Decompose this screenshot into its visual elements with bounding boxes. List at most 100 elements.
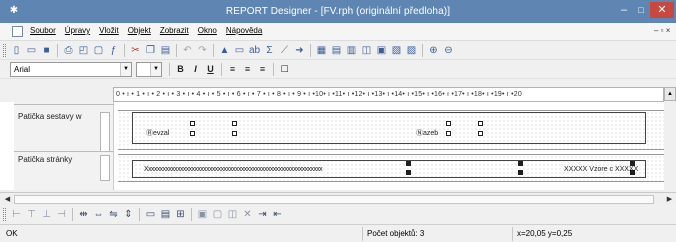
insert-label-icon[interactable]: ab — [248, 44, 261, 57]
scroll-right-icon[interactable]: ▶ — [664, 194, 675, 205]
bring-front-icon[interactable]: ▣ — [196, 208, 209, 221]
align-center-icon[interactable]: ≡ — [241, 63, 254, 76]
minimize-button[interactable]: – — [616, 2, 632, 18]
selection-handle[interactable] — [190, 121, 195, 126]
selection-handle[interactable] — [406, 161, 411, 166]
align-right-edges-icon[interactable]: ⊣ — [55, 208, 68, 221]
selection-handle[interactable] — [518, 161, 523, 166]
zoom-in-icon[interactable]: ⊕ — [427, 44, 440, 57]
toolbar-separator — [213, 44, 214, 57]
group-icon[interactable]: ⊞ — [174, 208, 187, 221]
snap-grid-icon[interactable]: ▤ — [159, 208, 172, 221]
selection-handle[interactable] — [232, 131, 237, 136]
mdi-window-controls[interactable]: – ▫ × — [654, 26, 670, 35]
insert-field-icon[interactable]: ▭ — [233, 44, 246, 57]
band-footer-icon[interactable]: ▥ — [345, 44, 358, 57]
align-right-icon[interactable]: ≡ — [256, 63, 269, 76]
chevron-down-icon[interactable]: ▼ — [150, 63, 161, 76]
undo-icon[interactable]: ↶ — [181, 44, 194, 57]
align-bottoms-icon[interactable]: ⊥ — [40, 208, 53, 221]
same-height-icon[interactable]: ⇕ — [122, 208, 135, 221]
selection-handle[interactable] — [630, 170, 635, 175]
band-label-report-footer[interactable]: Patička sestavy w — [18, 112, 82, 121]
toolbar-grip[interactable] — [3, 208, 6, 221]
scroll-left-icon[interactable]: ◀ — [2, 194, 13, 205]
sum-icon[interactable]: Σ — [263, 44, 276, 57]
selection-handle[interactable] — [478, 121, 483, 126]
tab-order-icon[interactable]: ⇥ — [256, 208, 269, 221]
redo-icon[interactable]: ↷ — [196, 44, 209, 57]
copy-icon[interactable]: ❐ — [144, 44, 157, 57]
band-header-icon[interactable]: ▦ — [315, 44, 328, 57]
align-left-edges-icon[interactable]: ⊢ — [10, 208, 23, 221]
selection-handle[interactable] — [190, 131, 195, 136]
script-icon[interactable]: ƒ — [107, 44, 120, 57]
selection-handle[interactable] — [446, 131, 451, 136]
close-button[interactable]: ✕ — [650, 2, 674, 18]
paste-icon[interactable]: ▤ — [159, 44, 172, 57]
same-width-icon[interactable]: ⇋ — [107, 208, 120, 221]
properties-icon[interactable]: ☐ — [278, 63, 291, 76]
menu-upravy[interactable]: Úpravy — [65, 26, 90, 35]
same-size-icon[interactable]: ⇔ — [92, 208, 105, 221]
field-vzor[interactable]: XXXXX Vzore c XXXXX — [564, 166, 638, 173]
scrollbar-thumb[interactable] — [14, 195, 654, 204]
band-summary-icon[interactable]: ▧ — [390, 44, 403, 57]
font-name-select[interactable]: Arial ▼ — [10, 62, 132, 77]
band-detail-icon[interactable]: ▤ — [330, 44, 343, 57]
font-size-select[interactable]: ▼ — [136, 62, 162, 77]
menu-soubor[interactable]: Soubor — [30, 26, 56, 35]
band-title-icon[interactable]: ▨ — [405, 44, 418, 57]
page-setup-icon[interactable]: ▢ — [92, 44, 105, 57]
frame-rectangle[interactable] — [132, 112, 646, 144]
selection-handle[interactable] — [518, 170, 523, 175]
open-folder-icon[interactable]: ▭ — [25, 44, 38, 57]
selection-handle[interactable] — [630, 161, 635, 166]
field-prevzal[interactable]: Ⓡevzal — [146, 128, 169, 138]
menu-okno[interactable]: Okno — [198, 26, 217, 35]
menu-napoveda[interactable]: Nápověda — [226, 26, 262, 35]
band-size-box[interactable] — [100, 112, 110, 152]
toolbar-grip[interactable] — [3, 44, 6, 57]
scroll-up-button[interactable]: ▲ — [664, 87, 676, 101]
insert-line-icon[interactable]: ⟋ — [278, 44, 291, 57]
grid-icon[interactable]: ▭ — [144, 208, 157, 221]
band-size-box[interactable] — [100, 155, 110, 181]
band-group-icon[interactable]: ◫ — [360, 44, 373, 57]
zoom-out-icon[interactable]: ⊖ — [442, 44, 455, 57]
tab-reorder-icon[interactable]: ⇤ — [271, 208, 284, 221]
space-evenly-icon[interactable]: ⇹ — [77, 208, 90, 221]
select-pointer-icon[interactable]: ▲ — [218, 44, 231, 57]
band-label-page-footer[interactable]: Patička stránky — [18, 155, 72, 164]
align-left-icon[interactable]: ≡ — [226, 63, 239, 76]
new-file-icon[interactable]: ▯ — [10, 44, 23, 57]
report-canvas[interactable]: Ⓡevzal Ⓝazeb Xxxxxxxxxxxxxxxxxxxxxxxxxxx… — [118, 102, 664, 190]
toolbar-separator — [72, 208, 73, 221]
field-long-text[interactable]: Xxxxxxxxxxxxxxxxxxxxxxxxxxxxxxxxxxxxxxxx… — [144, 166, 323, 173]
chevron-down-icon[interactable]: ▼ — [120, 63, 131, 76]
print-preview-icon[interactable]: ◰ — [77, 44, 90, 57]
document-icon[interactable] — [12, 26, 23, 37]
selection-handle[interactable] — [232, 121, 237, 126]
send-back-icon[interactable]: ▢ — [211, 208, 224, 221]
save-icon[interactable]: ■ — [40, 44, 53, 57]
align-tops-icon[interactable]: ⊤ — [25, 208, 38, 221]
selection-handle[interactable] — [406, 170, 411, 175]
print-icon[interactable]: ⎙ — [62, 44, 75, 57]
maximize-button[interactable]: □ — [634, 2, 648, 18]
selection-handle[interactable] — [446, 121, 451, 126]
menu-objekt[interactable]: Objekt — [128, 26, 151, 35]
menu-vlozit[interactable]: Vložit — [99, 26, 119, 35]
field-nazeb[interactable]: Ⓝazeb — [416, 128, 438, 138]
underline-button[interactable]: U — [204, 63, 217, 76]
menu-zobrazit[interactable]: Zobrazit — [160, 26, 189, 35]
insert-arrow-icon[interactable]: ➜ — [293, 44, 306, 57]
italic-button[interactable]: I — [189, 63, 202, 76]
lock-icon[interactable]: ◫ — [226, 208, 239, 221]
bold-button[interactable]: B — [174, 63, 187, 76]
delete-icon[interactable]: ✕ — [241, 208, 254, 221]
selection-handle[interactable] — [478, 131, 483, 136]
cut-icon[interactable]: ✂ — [129, 44, 142, 57]
horizontal-scrollbar[interactable]: ◀ ▶ — [0, 192, 676, 205]
band-page-icon[interactable]: ▣ — [375, 44, 388, 57]
